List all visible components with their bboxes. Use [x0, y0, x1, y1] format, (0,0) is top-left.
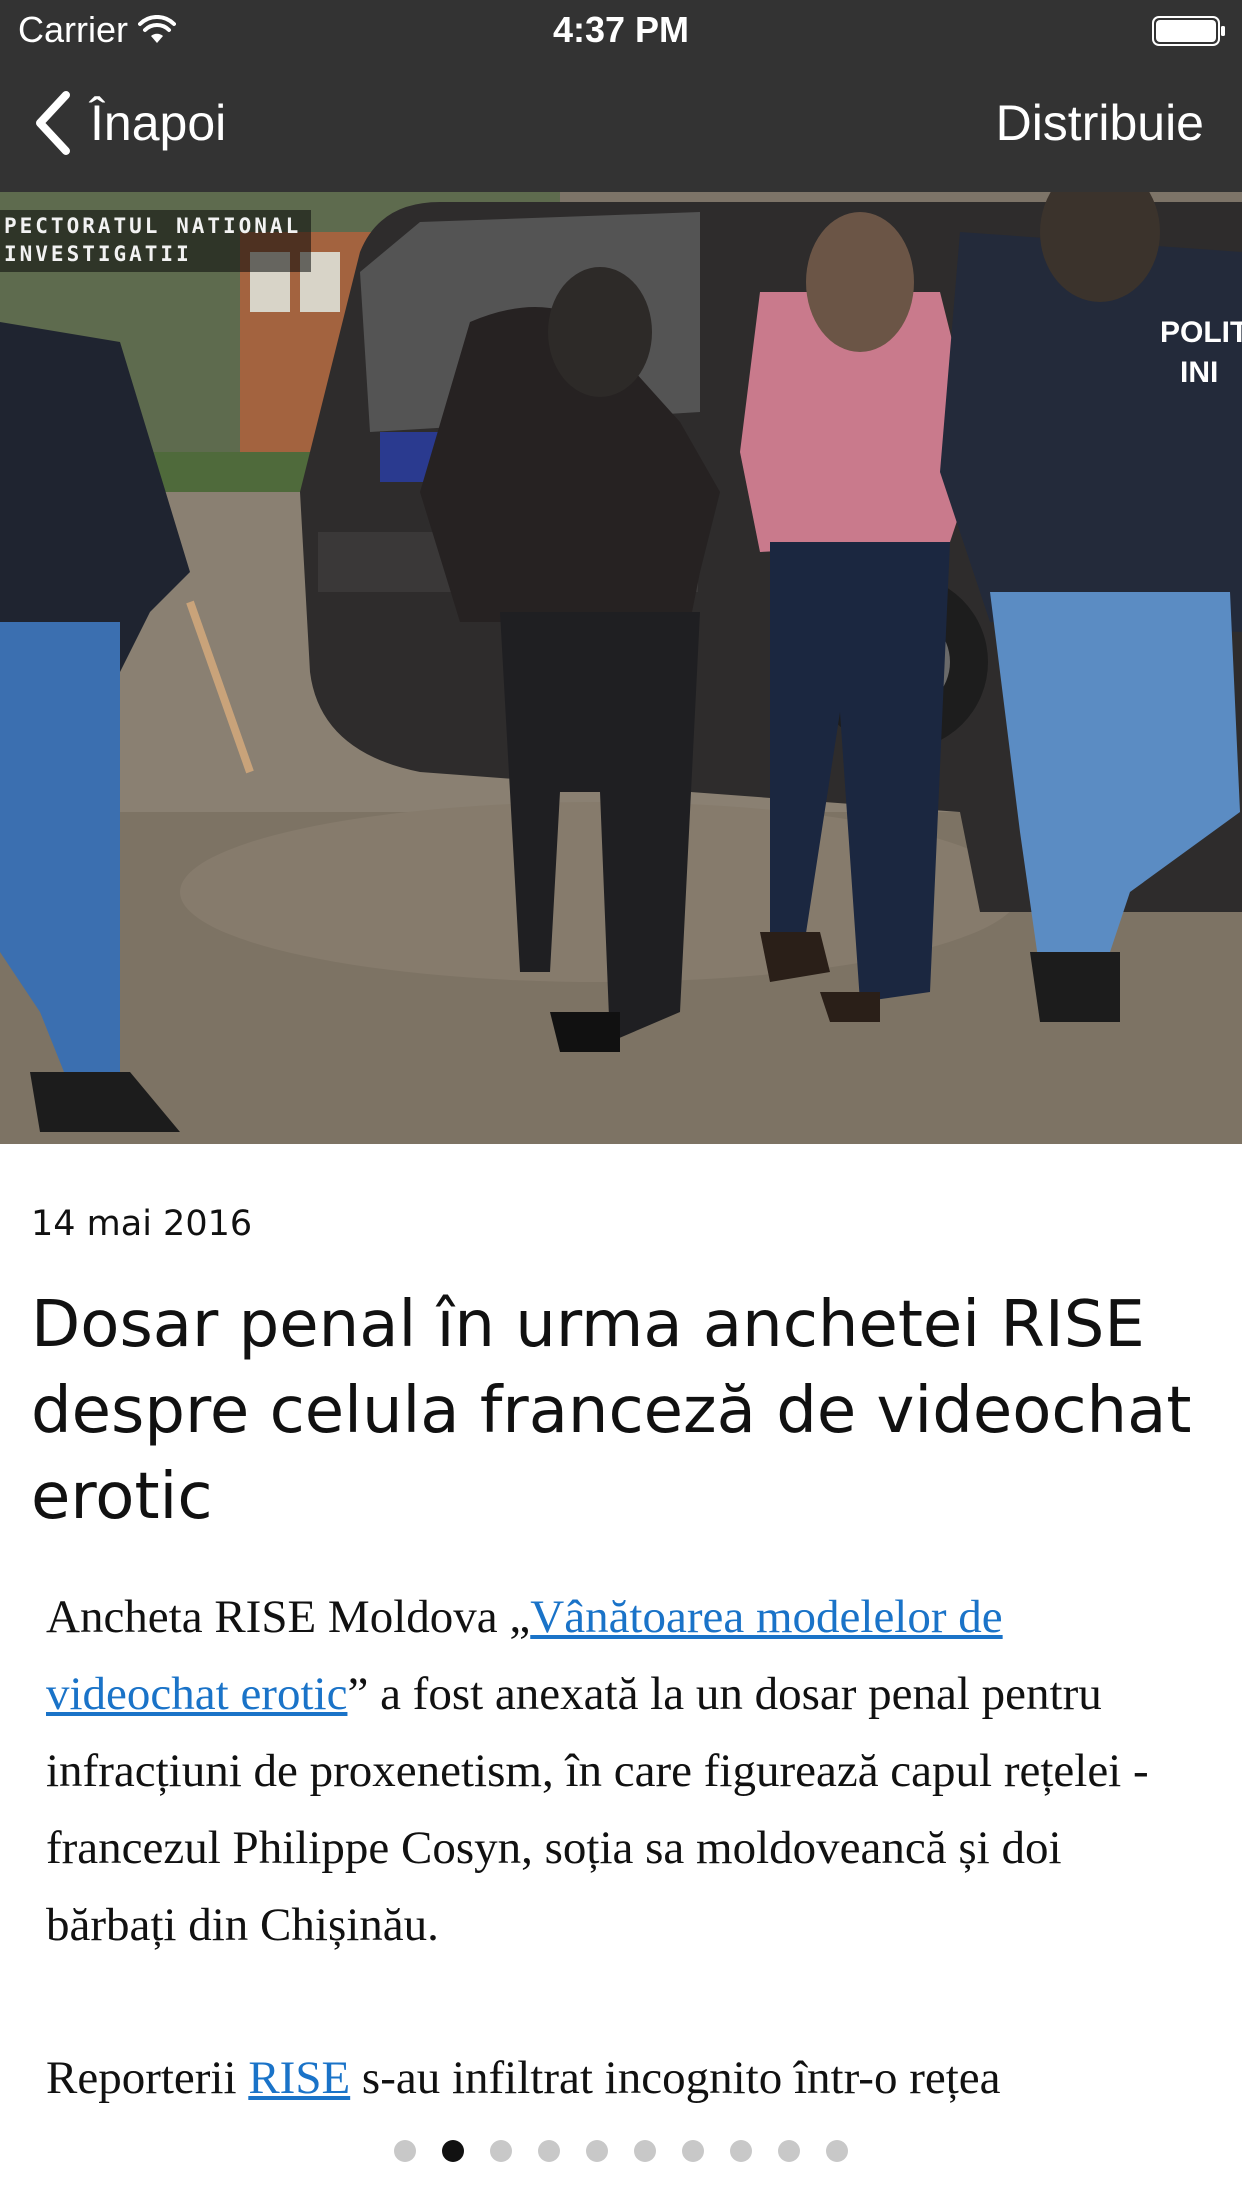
page-dot[interactable] — [634, 2140, 656, 2162]
status-time: 4:37 PM — [552, 9, 690, 50]
share-button[interactable]: Distribuie — [996, 90, 1204, 156]
top-bar: Carrier 4:37 PM Înapoi Distribuie — [0, 0, 1242, 192]
battery-icon — [1152, 16, 1225, 46]
article-body: Ancheta RISE Moldova „Vânătoarea modelel… — [46, 1579, 1196, 2104]
article-title: Dosar penal în urma anchetei RISE despre… — [31, 1288, 1192, 1534]
vest-text-2: INI — [1180, 356, 1218, 389]
watermark-line-1: PECTORATUL NATIONAL — [4, 214, 302, 238]
page-dot[interactable] — [778, 2140, 800, 2162]
rise-link[interactable]: RISE — [248, 2052, 350, 2104]
paragraph-2-text-start: Reporterii — [46, 2052, 249, 2104]
page-dot[interactable] — [394, 2140, 416, 2162]
page-dot[interactable] — [586, 2140, 608, 2162]
article-date: 14 mai 2016 — [31, 1204, 253, 1244]
paragraph-1-text-start: Ancheta RISE Moldova „ — [46, 1591, 531, 1643]
article-paragraph-1: Ancheta RISE Moldova „Vânătoarea modelel… — [46, 1579, 1196, 1964]
page-dot[interactable] — [442, 2140, 464, 2162]
back-label: Înapoi — [90, 95, 227, 151]
article-paragraph-2: Reporterii RISE s-au infiltrat incognito… — [46, 2040, 1196, 2104]
page-dot[interactable] — [682, 2140, 704, 2162]
vest-text-1: POLITI — [1160, 316, 1242, 349]
page-dot[interactable] — [490, 2140, 512, 2162]
page-dot[interactable] — [730, 2140, 752, 2162]
back-button[interactable]: Înapoi — [32, 90, 226, 156]
article-hero-image[interactable]: POLITI INI PECTORATUL NATIONAL INVESTIGA… — [0, 192, 1242, 1144]
status-bar: Carrier 4:37 PM — [0, 0, 1242, 60]
article-content: 14 mai 2016 Dosar penal în urma anchetei… — [0, 1144, 1242, 2104]
video-watermark: PECTORATUL NATIONAL INVESTIGATII — [0, 210, 312, 272]
page-dot[interactable] — [826, 2140, 848, 2162]
navigation-bar: Înapoi Distribuie — [0, 60, 1242, 192]
watermark-line-2: INVESTIGATII — [4, 242, 192, 266]
page-dot[interactable] — [538, 2140, 560, 2162]
hero-photo: POLITI INI — [0, 192, 1242, 1144]
page-indicator[interactable] — [0, 2136, 1242, 2166]
paragraph-2-text-end: s-au infiltrat incognito într-o rețea — [350, 2052, 1001, 2104]
chevron-left-icon — [36, 91, 70, 155]
